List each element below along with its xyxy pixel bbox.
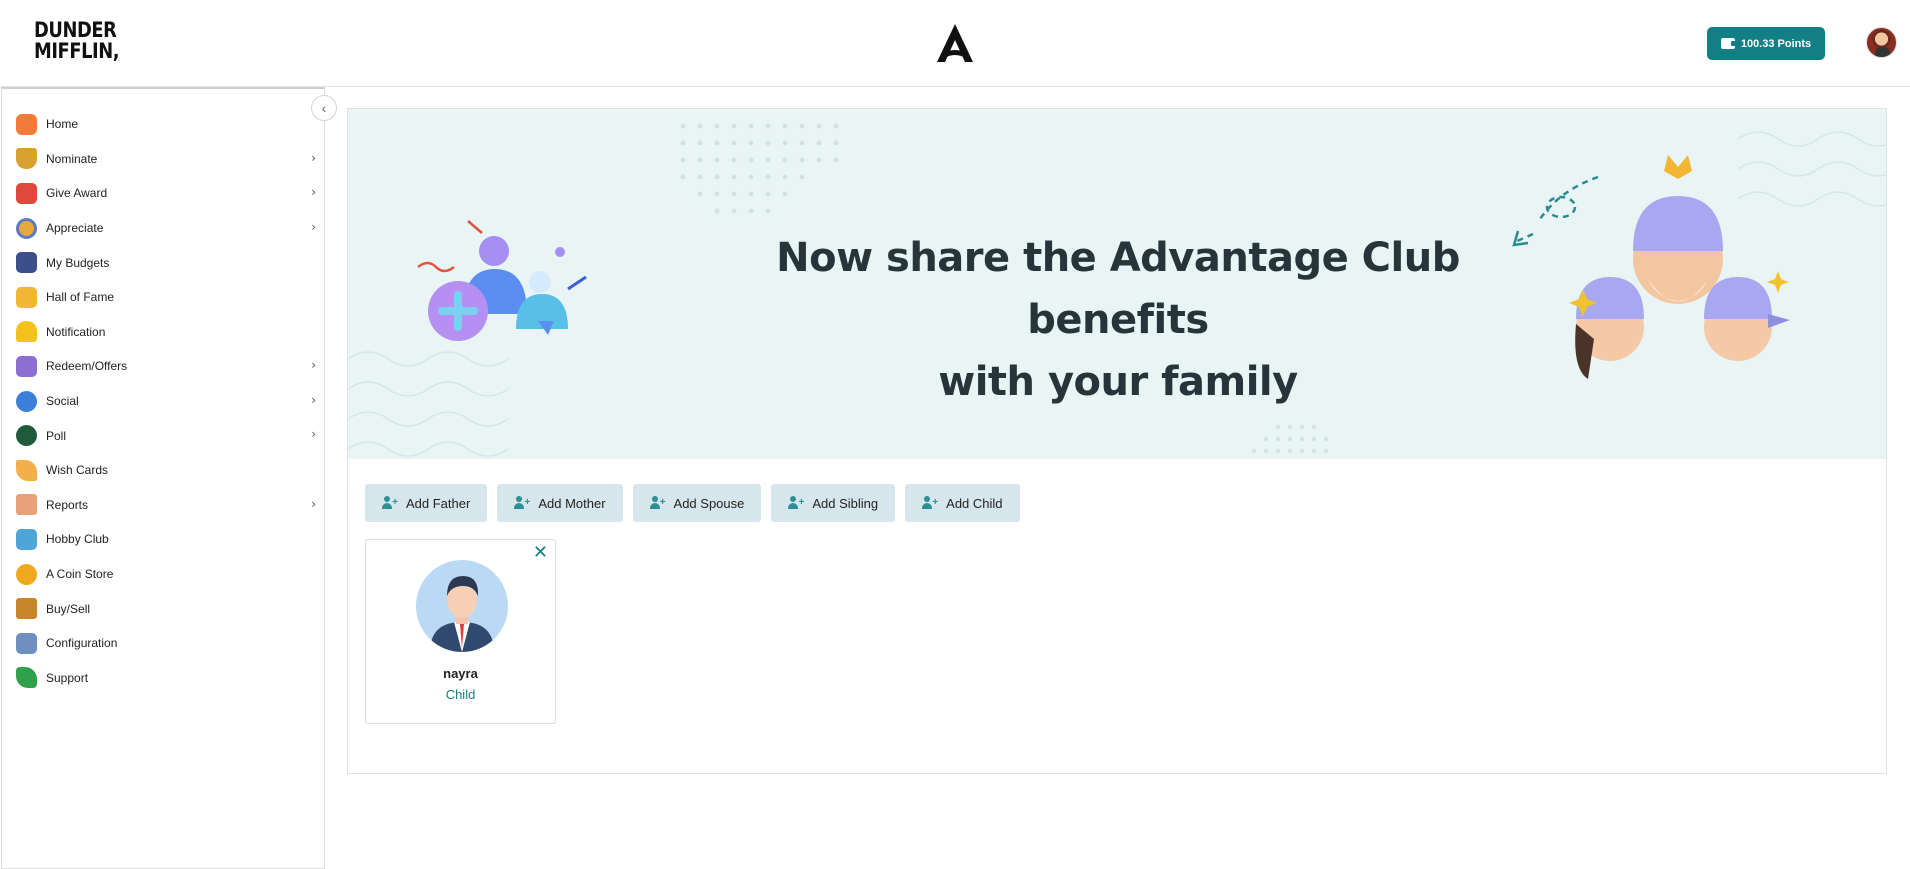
trophy-icon [16, 148, 37, 170]
sidebar-item-poll[interactable]: Poll › [2, 418, 324, 453]
logo-line-1: DUNDER [34, 18, 117, 42]
sidebar-item-give-award[interactable]: Give Award › [2, 176, 324, 211]
add-father-button[interactable]: + Add Father [365, 484, 488, 522]
add-user-icon: + [788, 496, 804, 510]
add-mother-label: Add Mother [538, 495, 606, 511]
sidebar-item-wish-cards[interactable]: Wish Cards [2, 453, 324, 488]
add-father-label: Add Father [406, 495, 471, 511]
logo-line-2: MIFFLIN, [34, 39, 120, 63]
clipboard-icon [16, 494, 37, 516]
member-relation: Child [445, 687, 476, 702]
sidebar-item-appreciate[interactable]: Appreciate › [2, 211, 324, 246]
chevron-right-icon: › [311, 427, 316, 442]
sidebar: Home Nominate › Give Award › Appreciate … [1, 87, 325, 869]
crown-icon [16, 286, 37, 308]
add-user-icon: + [922, 496, 938, 510]
party-icon [16, 459, 37, 481]
add-family-actions: + Add Father + Add Mother + Add Spouse +… [365, 484, 1020, 522]
hobby-icon [16, 528, 37, 550]
sidebar-item-label: My Budgets [46, 255, 110, 270]
family-banner: Now share the Advantage Club benefits wi… [348, 109, 1886, 459]
remove-member-close-icon[interactable]: ✕ [533, 542, 548, 563]
sidebar-item-label: Notification [46, 324, 106, 339]
sidebar-item-home[interactable]: Home [2, 107, 324, 142]
sidebar-item-configuration[interactable]: Configuration [2, 626, 324, 661]
coin-icon [16, 563, 37, 585]
sidebar-item-hobby-club[interactable]: Hobby Club [2, 522, 324, 557]
chevron-right-icon: › [311, 219, 316, 234]
sidebar-item-nominate[interactable]: Nominate › [2, 142, 324, 177]
add-sibling-label: Add Sibling [812, 495, 879, 511]
sidebar-collapse-button[interactable]: ‹ [311, 95, 337, 121]
sidebar-item-notification[interactable]: Notification [2, 315, 324, 350]
businessman-avatar-icon [430, 576, 494, 652]
add-user-icon: + [649, 496, 666, 510]
sidebar-item-redeem-offers[interactable]: Redeem/Offers › [2, 349, 324, 384]
home-icon [16, 113, 37, 135]
points-label: 100.33 Points [1740, 37, 1812, 50]
sidebar-item-label: A Coin Store [46, 567, 114, 582]
sidebar-item-label: Appreciate [46, 221, 104, 236]
chevron-right-icon: › [311, 358, 316, 373]
sidebar-item-buy-sell[interactable]: Buy/Sell [2, 591, 324, 626]
add-child-label: Add Child [946, 495, 1003, 511]
sidebar-item-my-budgets[interactable]: My Budgets [2, 245, 324, 280]
poll-icon [16, 425, 37, 447]
phone-icon [16, 667, 37, 689]
advantage-club-logo-icon[interactable] [933, 22, 977, 64]
sidebar-item-label: Wish Cards [46, 463, 109, 478]
sidebar-item-label: Redeem/Offers [46, 359, 128, 374]
sidebar-item-label: Poll [46, 428, 67, 443]
voucher-icon [16, 355, 37, 377]
company-logo[interactable]: DUNDER MIFFLIN, [34, 18, 120, 68]
sidebar-item-label: Reports [46, 497, 89, 512]
banner-title: Now share the Advantage Club benefits wi… [688, 227, 1548, 413]
settings-monitor-icon [16, 632, 37, 654]
medal-icon [16, 217, 37, 239]
sidebar-item-label: Buy/Sell [46, 601, 91, 616]
chevron-right-icon: › [311, 150, 316, 165]
top-header: DUNDER MIFFLIN, 100.33 Points [0, 0, 1910, 87]
add-child-button[interactable]: + Add Child [905, 484, 1020, 522]
shopping-bags-icon [16, 598, 37, 620]
chevron-right-icon: › [311, 185, 316, 200]
sidebar-item-a-coin-store[interactable]: A Coin Store [2, 557, 324, 592]
points-balance-button[interactable]: 100.33 Points [1707, 27, 1825, 60]
user-avatar[interactable] [1866, 27, 1897, 58]
add-user-icon: + [382, 496, 398, 510]
sidebar-item-label: Support [46, 670, 89, 685]
sidebar-item-label: Nominate [46, 151, 98, 166]
sidebar-nav: Home Nominate › Give Award › Appreciate … [2, 107, 324, 695]
wallet-icon [1720, 38, 1736, 49]
sidebar-item-label: Home [46, 117, 79, 132]
add-spouse-label: Add Spouse [673, 495, 745, 511]
sidebar-item-social[interactable]: Social › [2, 384, 324, 419]
sidebar-item-label: Give Award [46, 186, 108, 201]
add-user-icon: + [514, 496, 530, 510]
family-main-card: Now share the Advantage Club benefits wi… [347, 108, 1887, 774]
chat-icon [16, 390, 37, 412]
banner-title-line-2: with your family [938, 359, 1298, 405]
sidebar-item-label: Hall of Fame [46, 290, 115, 305]
add-mother-button[interactable]: + Add Mother [497, 484, 623, 522]
bell-icon [16, 321, 37, 343]
gift-icon [16, 182, 37, 204]
add-spouse-button[interactable]: + Add Spouse [632, 484, 762, 522]
sidebar-item-support[interactable]: Support [2, 661, 324, 696]
chevron-right-icon: › [311, 496, 316, 511]
add-sibling-button[interactable]: + Add Sibling [771, 484, 896, 522]
chevron-right-icon: › [311, 392, 316, 407]
sidebar-item-label: Social [46, 394, 79, 409]
sidebar-item-reports[interactable]: Reports › [2, 488, 324, 523]
sidebar-item-label: Hobby Club [46, 532, 109, 547]
chevron-left-icon: ‹ [321, 100, 327, 116]
banner-title-line-1: Now share the Advantage Club benefits [776, 235, 1460, 343]
sidebar-item-label: Configuration [46, 636, 118, 651]
member-avatar [416, 560, 508, 652]
wallet-icon [16, 252, 37, 274]
sidebar-item-hall-of-fame[interactable]: Hall of Fame [2, 280, 324, 315]
member-name: nayra [443, 666, 478, 681]
family-member-card: ✕ nayra Child [365, 539, 556, 724]
